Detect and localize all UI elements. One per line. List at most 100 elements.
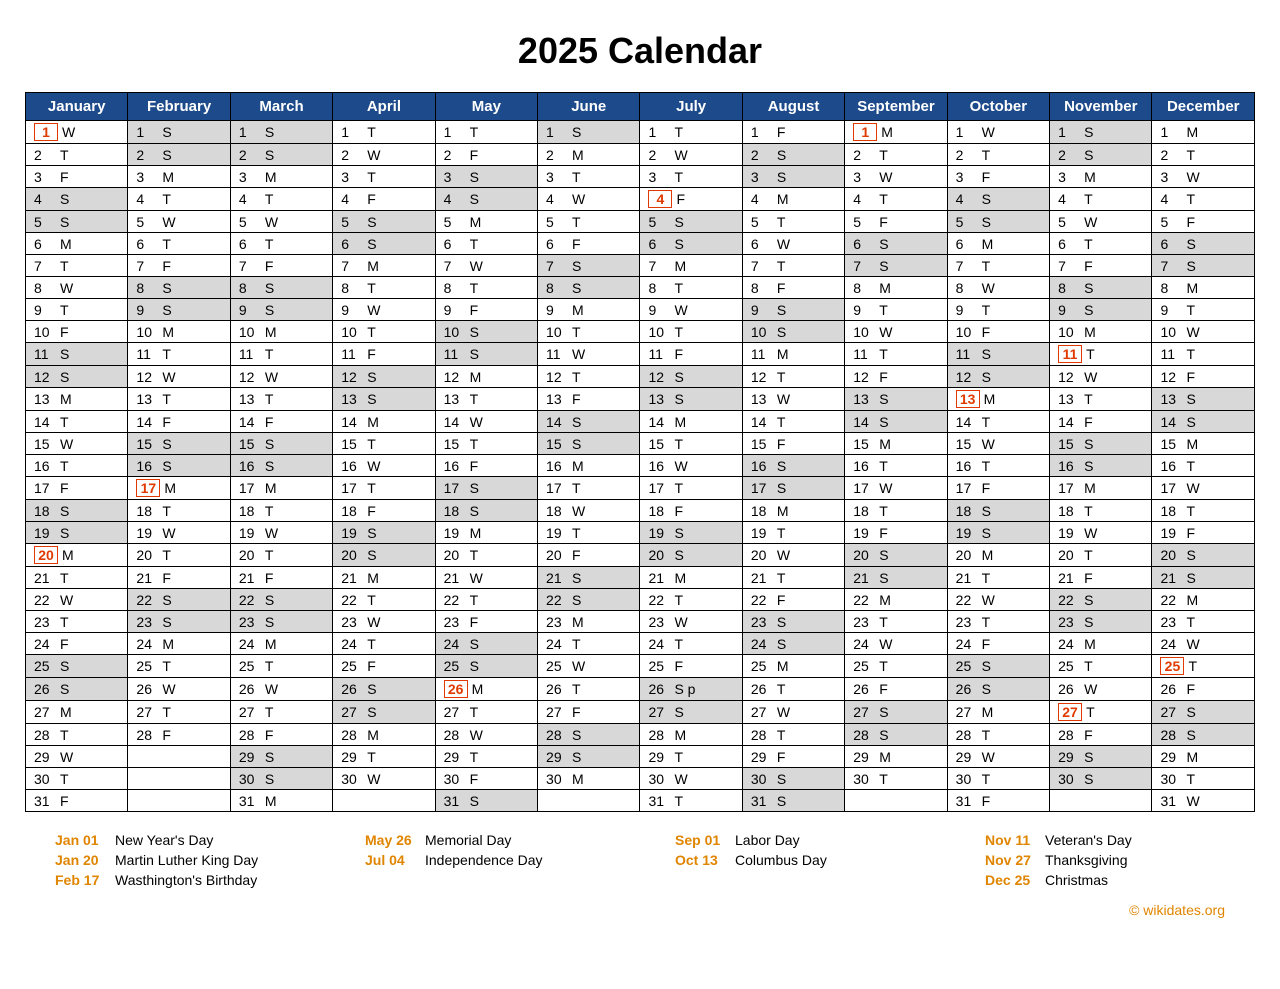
day-number: 21 [956,570,978,586]
day-of-week: T [879,302,888,318]
day-of-week: W [1186,793,1199,809]
day-number: 27 [751,704,773,720]
day-cell: 3W [1152,166,1255,188]
day-cell: 8M [845,277,947,299]
day-of-week: M [470,369,482,385]
day-cell: 26T [538,678,640,701]
day-number: 7 [444,258,466,274]
day-number: 2 [239,147,261,163]
day-number: 24 [751,636,773,652]
day-cell: 26F [1152,678,1255,701]
day-cell: 9S [742,299,844,321]
day-of-week: W [879,324,892,340]
day-number: 24 [341,636,363,652]
holiday-date: Sep 01 [675,832,735,848]
day-cell: 17T [333,477,435,500]
day-cell: 18S [947,500,1049,522]
day-of-week: S [777,302,786,318]
day-of-week: F [674,658,683,674]
day-cell: 8S [128,277,230,299]
day-cell: 4T [1050,188,1152,211]
day-of-week: T [1186,771,1195,787]
day-cell [1050,790,1152,812]
day-of-week: T [1188,658,1197,674]
day-of-week: S [572,258,581,274]
day-of-week: T [982,614,991,630]
day-cell: 21W [435,567,537,589]
day-of-week: T [1084,503,1093,519]
day-cell [845,790,947,812]
day-number: 11 [136,346,158,362]
day-of-week: T [367,636,376,652]
day-cell: 4T [1152,188,1255,211]
day-number: 20 [956,547,978,563]
day-cell: 10M [1050,321,1152,343]
day-cell: 30T [845,768,947,790]
day-of-week: S [1084,592,1093,608]
day-number: 1 [1160,124,1182,140]
day-cell: 12S [26,366,128,388]
day-cell: 6T [128,233,230,255]
day-of-week: T [1084,236,1093,252]
day-number: 23 [956,614,978,630]
day-cell: 22M [1152,589,1255,611]
day-cell: 19M [435,522,537,544]
day-of-week: T [572,636,581,652]
day-number: 2 [956,147,978,163]
day-cell: 28W [435,724,537,746]
day-cell: 15W [26,433,128,455]
day-cell: 6T [435,233,537,255]
day-cell: 18T [128,500,230,522]
day-of-week: M [1084,636,1096,652]
day-number: 24 [956,636,978,652]
day-of-week: S [1084,771,1093,787]
day-of-week: S [879,704,888,720]
day-number: 9 [751,302,773,318]
day-of-week: S [1186,727,1195,743]
day-of-week: M [60,236,72,252]
day-cell: 6S [640,233,742,255]
day-of-week: F [982,793,991,809]
day-number: 21 [853,570,875,586]
day-number: 29 [648,749,670,765]
day-cell: 31M [230,790,332,812]
day-of-week: W [162,214,175,230]
day-of-week: M [265,169,277,185]
day-of-week: F [777,280,786,296]
day-cell: 11S [435,343,537,366]
day-number: 3 [546,169,568,185]
day-cell: 3M [128,166,230,188]
day-number: 29 [34,749,56,765]
day-number: 26 [1160,681,1182,697]
holiday-entry: Jul 04Independence Day [365,852,605,868]
day-number: 9 [546,302,568,318]
day-number: 11 [546,346,568,362]
day-number: 15 [751,436,773,452]
day-of-week: M [1084,324,1096,340]
day-of-week: T [982,147,991,163]
day-cell: 21M [333,567,435,589]
day-of-week: W [470,570,483,586]
day-cell: 27M [26,701,128,724]
holiday-name: Martin Luther King Day [115,852,258,868]
day-cell: 30S [742,768,844,790]
day-cell: 13W [742,388,844,411]
day-cell: 29S [538,746,640,768]
day-of-week: W [1084,369,1097,385]
day-of-week: M [164,480,176,496]
holiday-name: Columbus Day [735,852,827,868]
day-number: 5 [136,214,158,230]
day-number: 22 [853,592,875,608]
day-of-week: S [60,346,69,362]
day-of-week: W [982,436,995,452]
day-number: 6 [136,236,158,252]
day-number: 7 [751,258,773,274]
day-cell: 23T [845,611,947,633]
day-of-week: M [982,704,994,720]
day-of-week: W [982,124,995,140]
day-cell: 1M [845,121,947,144]
day-of-week: W [470,258,483,274]
day-number: 26 [853,681,875,697]
day-of-week: F [1186,214,1195,230]
day-number: 2 [1058,147,1080,163]
